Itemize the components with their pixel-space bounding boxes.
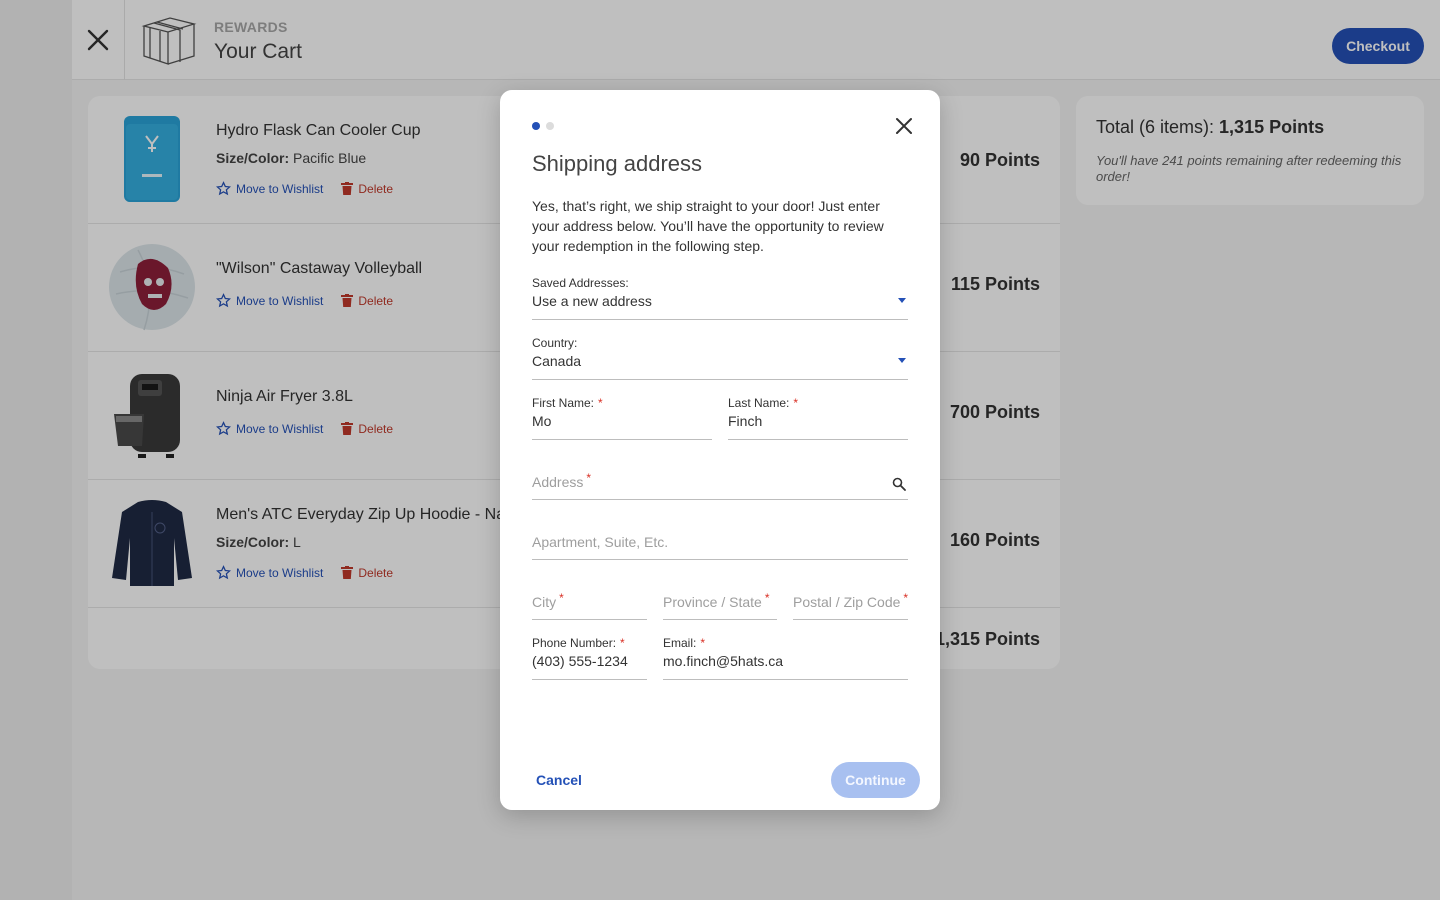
phone-label: Phone Number: bbox=[532, 636, 617, 650]
field-value: (403) 555-1234 bbox=[532, 653, 628, 669]
first-name-label: First Name: bbox=[532, 396, 595, 410]
address-placeholder: Address bbox=[532, 474, 584, 490]
last-name-field[interactable]: Last Name: * Finch bbox=[728, 396, 908, 440]
first-name-field[interactable]: First Name: * Mo bbox=[532, 396, 712, 440]
country-select[interactable]: Country: Canada bbox=[532, 336, 908, 380]
field-placeholder: City * bbox=[532, 591, 564, 610]
required-marker: * bbox=[764, 591, 770, 605]
field-placeholder: Province / State * bbox=[663, 591, 770, 610]
field-label: Last Name: * bbox=[728, 396, 798, 410]
apartment-field[interactable]: Apartment, Suite, Etc. bbox=[532, 516, 908, 560]
search-icon[interactable] bbox=[892, 477, 906, 491]
field-value: Mo bbox=[532, 413, 552, 429]
field-value: Finch bbox=[728, 413, 763, 429]
modal-description: Yes, that’s right, we ship straight to y… bbox=[532, 198, 884, 254]
field-placeholder: Address * bbox=[532, 471, 592, 490]
field-label: Saved Addresses: bbox=[532, 276, 629, 290]
last-name-label: Last Name: bbox=[728, 396, 790, 410]
phone-field[interactable]: Phone Number: * (403) 555-1234 bbox=[532, 636, 647, 680]
field-label: First Name: * bbox=[532, 396, 603, 410]
continue-button[interactable]: Continue bbox=[831, 762, 920, 798]
required-marker: * bbox=[586, 471, 592, 485]
field-label: Email: * bbox=[663, 636, 705, 650]
email-label: Email: bbox=[663, 636, 697, 650]
field-label: Country: bbox=[532, 336, 578, 350]
required-marker: * bbox=[620, 636, 625, 650]
province-placeholder: Province / State bbox=[663, 594, 762, 610]
field-value: Use a new address bbox=[532, 293, 652, 309]
required-marker: * bbox=[559, 591, 564, 605]
required-marker: * bbox=[903, 591, 908, 605]
province-field[interactable]: Province / State * bbox=[663, 576, 777, 620]
modal-title: Shipping address bbox=[532, 151, 703, 176]
saved-addresses-select[interactable]: Saved Addresses: Use a new address bbox=[532, 276, 908, 320]
postal-placeholder: Postal / Zip Code bbox=[793, 594, 901, 610]
required-marker: * bbox=[793, 396, 799, 410]
address-field[interactable]: Address * bbox=[532, 456, 908, 500]
field-label: Phone Number: * bbox=[532, 636, 625, 650]
required-marker: * bbox=[700, 636, 706, 650]
dropdown-caret-icon bbox=[898, 358, 906, 363]
step-dot-active bbox=[532, 122, 540, 130]
city-placeholder: City bbox=[532, 594, 557, 610]
field-placeholder: Postal / Zip Code * bbox=[793, 591, 908, 610]
field-value: mo.finch@5hats.ca bbox=[663, 653, 784, 669]
required-marker: * bbox=[598, 396, 603, 410]
close-modal-icon[interactable] bbox=[894, 116, 914, 136]
postal-code-field[interactable]: Postal / Zip Code * bbox=[793, 576, 908, 620]
city-field[interactable]: City * bbox=[532, 576, 647, 620]
step-dot bbox=[546, 122, 554, 130]
email-field[interactable]: Email: * mo.finch@5hats.ca bbox=[663, 636, 908, 680]
cancel-button[interactable]: Cancel bbox=[536, 772, 582, 788]
shipping-address-modal: Shipping address Yes, that’s right, we s… bbox=[500, 90, 940, 810]
step-indicator bbox=[532, 122, 554, 130]
field-value: Canada bbox=[532, 353, 582, 369]
apartment-placeholder: Apartment, Suite, Etc. bbox=[532, 534, 669, 550]
dropdown-caret-icon bbox=[898, 298, 906, 303]
